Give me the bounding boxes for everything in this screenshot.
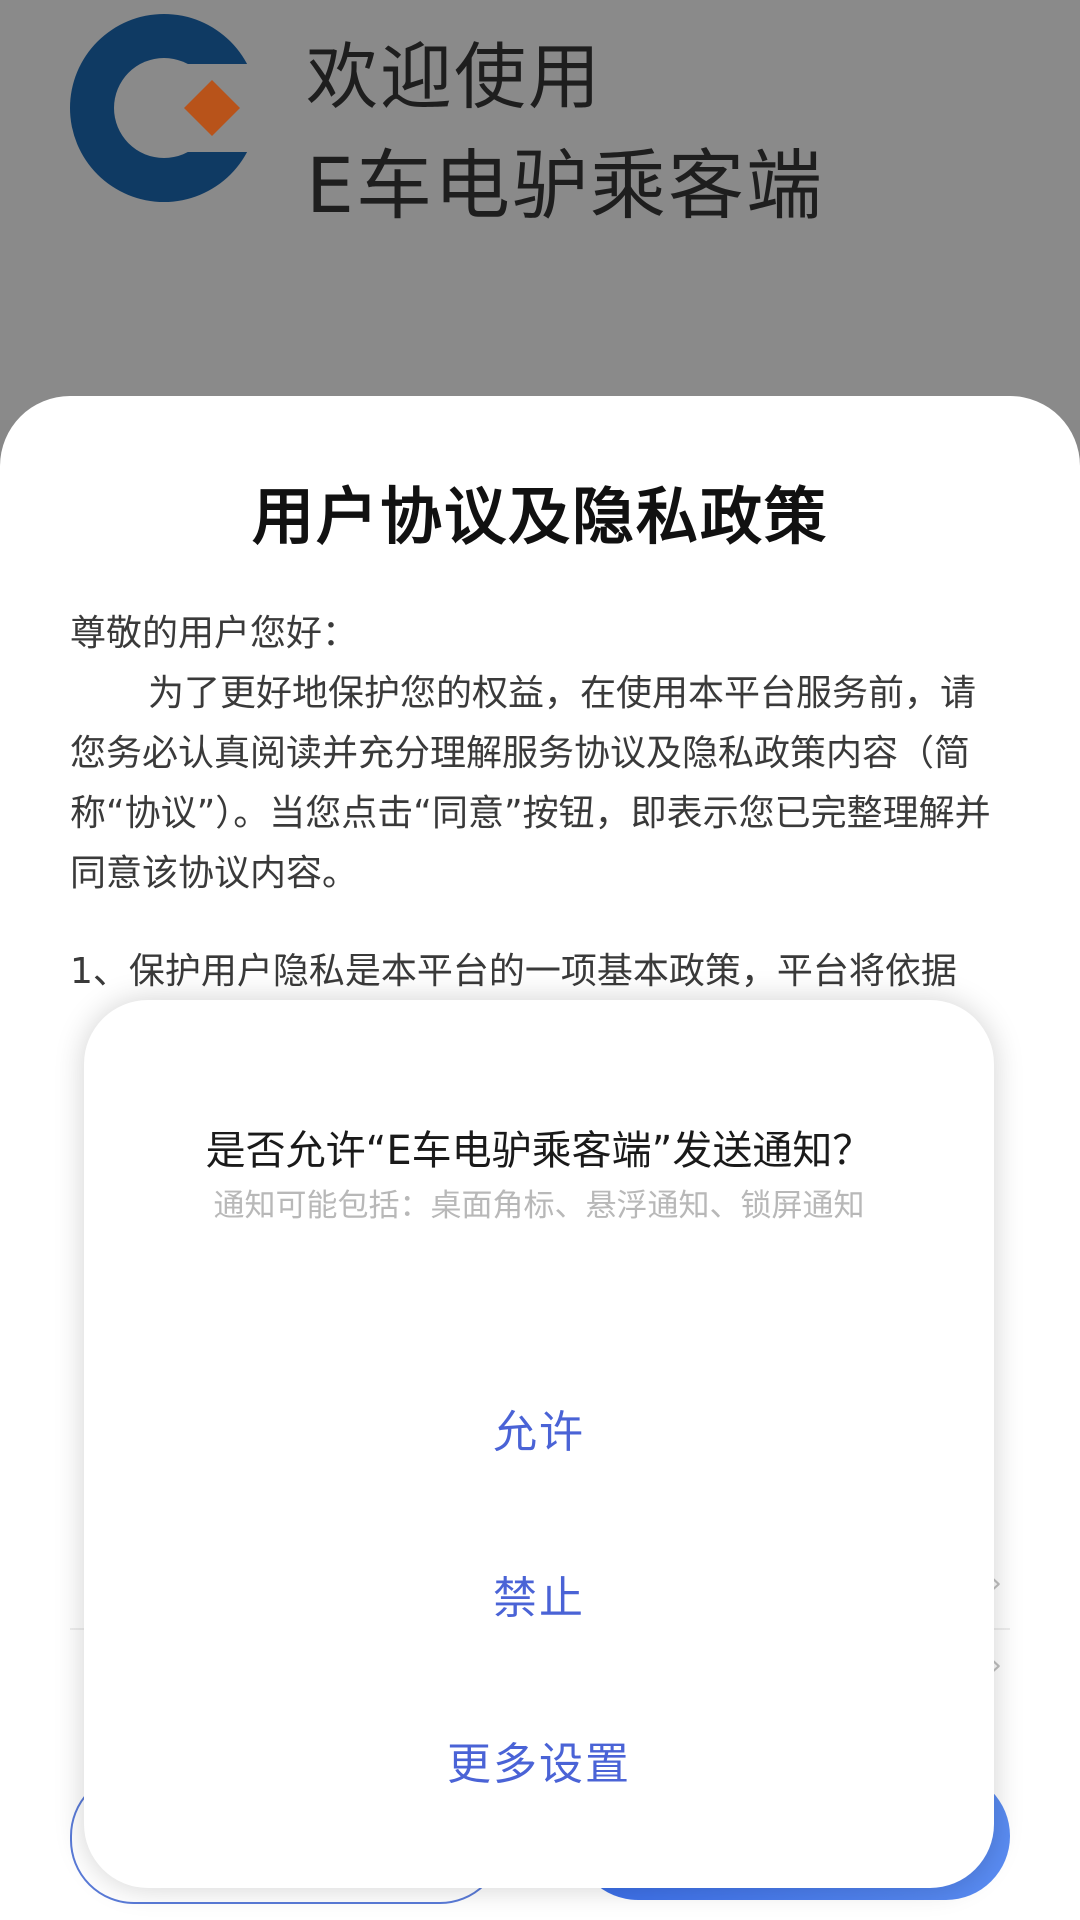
notification-permission-dialog: 是否允许“E车电驴乘客端”发送通知？ 通知可能包括：桌面角标、悬浮通知、锁屏通知… [84, 1000, 994, 1888]
agreement-section-1: 1、保护用户隐私是本平台的一项基本政策，平台将依据 [70, 951, 957, 992]
app-logo-icon [70, 14, 258, 202]
dialog-title: 是否允许“E车电驴乘客端”发送通知？ [205, 1128, 873, 1174]
welcome-header: 欢迎使用 E车电驴乘客端 [0, 0, 1080, 420]
agreement-body[interactable]: 尊敬的用户您好： 为了更好地保护您的权益，在使用本平台服务前，请您务必认真阅读并… [70, 604, 1010, 1002]
app-name: E车电驴乘客端 [306, 141, 825, 230]
allow-button[interactable]: 允许 [84, 1372, 994, 1492]
agreement-paragraph: 为了更好地保护您的权益，在使用本平台服务前，请您务必认真阅读并充分理解服务协议及… [70, 673, 991, 894]
dialog-subtitle: 通知可能包括：桌面角标、悬浮通知、锁屏通知 [213, 1188, 865, 1224]
deny-button[interactable]: 禁止 [84, 1538, 994, 1658]
welcome-text: 欢迎使用 [306, 35, 603, 119]
agreement-title: 用户协议及隐私政策 [251, 480, 828, 553]
greeting-text: 尊敬的用户您好： [70, 613, 359, 654]
more-settings-button[interactable]: 更多设置 [84, 1704, 994, 1824]
